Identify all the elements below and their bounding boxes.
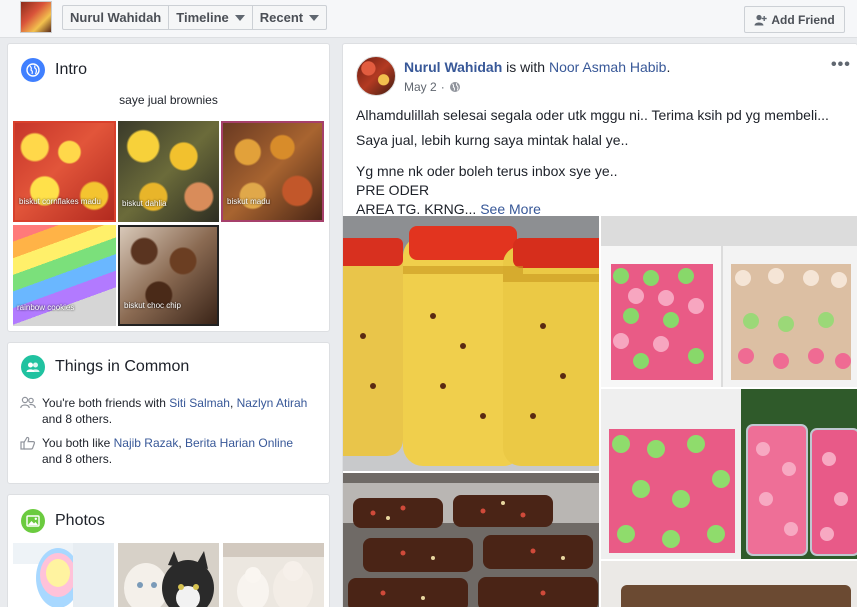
- intro-card: Intro saye jual brownies biskut cornflak…: [7, 43, 330, 332]
- featured-photo-5[interactable]: biskut choc chip: [118, 225, 219, 326]
- featured-photo-3[interactable]: biskut madu: [221, 121, 324, 222]
- tab-timeline-label: Timeline: [176, 10, 229, 25]
- common-likes-prefix: You both like: [42, 436, 114, 450]
- things-in-common-card: Things in Common You're both friends wit…: [7, 342, 330, 484]
- post-author-link[interactable]: Nurul Wahidah: [404, 59, 502, 75]
- photos-title[interactable]: Photos: [55, 512, 105, 530]
- chevron-down-icon: [234, 14, 245, 21]
- profile-nav: Nurul Wahidah Timeline Recent: [62, 5, 328, 30]
- separator-dot: ·: [440, 80, 445, 94]
- with-text: is with: [502, 59, 549, 75]
- add-friend-button[interactable]: Add Friend: [744, 6, 845, 33]
- photo-thumbnail[interactable]: [118, 543, 219, 607]
- profile-topbar: Nurul Wahidah Timeline Recent Add Friend: [0, 0, 857, 38]
- photo-icon: [21, 509, 45, 533]
- photo-thumbnail[interactable]: [13, 543, 114, 607]
- common-friends-suffix[interactable]: and 8 others.: [42, 412, 112, 426]
- featured-caption: rainbow cookies: [17, 303, 75, 312]
- separator: ,: [178, 436, 185, 450]
- post-image-cookies-box-2[interactable]: [601, 389, 857, 559]
- globe-small-icon[interactable]: [449, 81, 461, 93]
- intro-bio: saye jual brownies: [119, 93, 218, 107]
- post-line: Yg mne nk oder boleh terus inbox sye ye.…: [356, 163, 618, 179]
- featured-photo-4[interactable]: rainbow cookies: [13, 225, 116, 326]
- featured-photo-1[interactable]: biskut cornflakes madu: [13, 121, 116, 222]
- photos-header: Photos: [21, 509, 105, 533]
- tagged-friend-link[interactable]: Noor Asmah Habib: [549, 59, 667, 75]
- post-line-text: AREA TG. KRNG...: [356, 201, 481, 217]
- intro-title: Intro: [55, 61, 88, 78]
- photo-thumbnail[interactable]: [223, 543, 324, 607]
- featured-caption: biskut cornflakes madu: [19, 197, 101, 206]
- common-friends-row: You're both friends with Siti Salmah, Na…: [20, 395, 320, 427]
- post-meta: May 2 ·: [404, 80, 461, 94]
- post-author-avatar[interactable]: [356, 56, 396, 96]
- people-icon: [21, 355, 45, 379]
- common-page-link[interactable]: Najib Razak: [114, 436, 179, 450]
- common-likes-suffix[interactable]: and 8 others.: [42, 452, 112, 466]
- common-title: Things in Common: [55, 358, 190, 375]
- featured-caption: biskut madu: [227, 197, 271, 206]
- common-page-link[interactable]: Berita Harian Online: [185, 436, 293, 450]
- punctuation: .: [666, 59, 671, 75]
- common-header: Things in Common: [21, 355, 189, 379]
- mutual-friend-link[interactable]: Siti Salmah: [169, 396, 230, 410]
- post-card: Nurul Wahidah is with Noor Asmah Habib. …: [342, 43, 857, 607]
- separator: ,: [229, 396, 237, 410]
- profile-avatar-small[interactable]: [20, 1, 52, 33]
- globe-icon: [21, 58, 45, 82]
- see-more-link[interactable]: See More: [480, 201, 541, 217]
- add-person-icon: [754, 14, 768, 25]
- post-line: Alhamdulillah selesai segala oder utk mg…: [356, 107, 829, 123]
- post-date[interactable]: May 2: [404, 80, 437, 94]
- profile-name-label: Nurul Wahidah: [70, 10, 162, 25]
- featured-caption: biskut choc chip: [124, 301, 181, 310]
- post-image-brownies[interactable]: [343, 473, 599, 607]
- tab-recent-label: Recent: [259, 10, 304, 25]
- common-likes-text: You both like Najib Razak, Berita Harian…: [42, 435, 320, 467]
- friends-icon: [20, 396, 36, 409]
- photos-card: Photos: [7, 494, 330, 607]
- featured-caption: biskut dahlia: [122, 199, 167, 208]
- post-header: Nurul Wahidah is with Noor Asmah Habib.: [404, 59, 670, 75]
- add-friend-label: Add Friend: [771, 12, 835, 27]
- chevron-down-icon: [309, 14, 320, 21]
- post-text: Alhamdulillah selesai segala oder utk mg…: [356, 106, 846, 219]
- post-image-cookies-box-1[interactable]: [601, 216, 857, 387]
- tab-timeline[interactable]: Timeline: [169, 6, 253, 29]
- profile-name-link[interactable]: Nurul Wahidah: [63, 6, 170, 29]
- common-friends-prefix: You're both friends with: [42, 396, 170, 410]
- post-image-more[interactable]: [601, 561, 857, 607]
- more-dots-icon[interactable]: •••: [831, 56, 851, 74]
- thumbs-up-icon: [20, 436, 36, 450]
- intro-header: Intro: [21, 58, 87, 82]
- common-friends-text: You're both friends with Siti Salmah, Na…: [42, 395, 320, 427]
- post-line: Saya jual, lebih kurng saya mintak halal…: [356, 132, 629, 148]
- post-line: PRE ODER: [356, 182, 430, 198]
- featured-photo-2[interactable]: biskut dahlia: [118, 121, 219, 222]
- tab-recent[interactable]: Recent: [253, 6, 326, 29]
- mutual-friend-link[interactable]: Nazlyn Atirah: [237, 396, 308, 410]
- common-likes-row: You both like Najib Razak, Berita Harian…: [20, 435, 320, 467]
- post-image-jars[interactable]: [343, 216, 599, 471]
